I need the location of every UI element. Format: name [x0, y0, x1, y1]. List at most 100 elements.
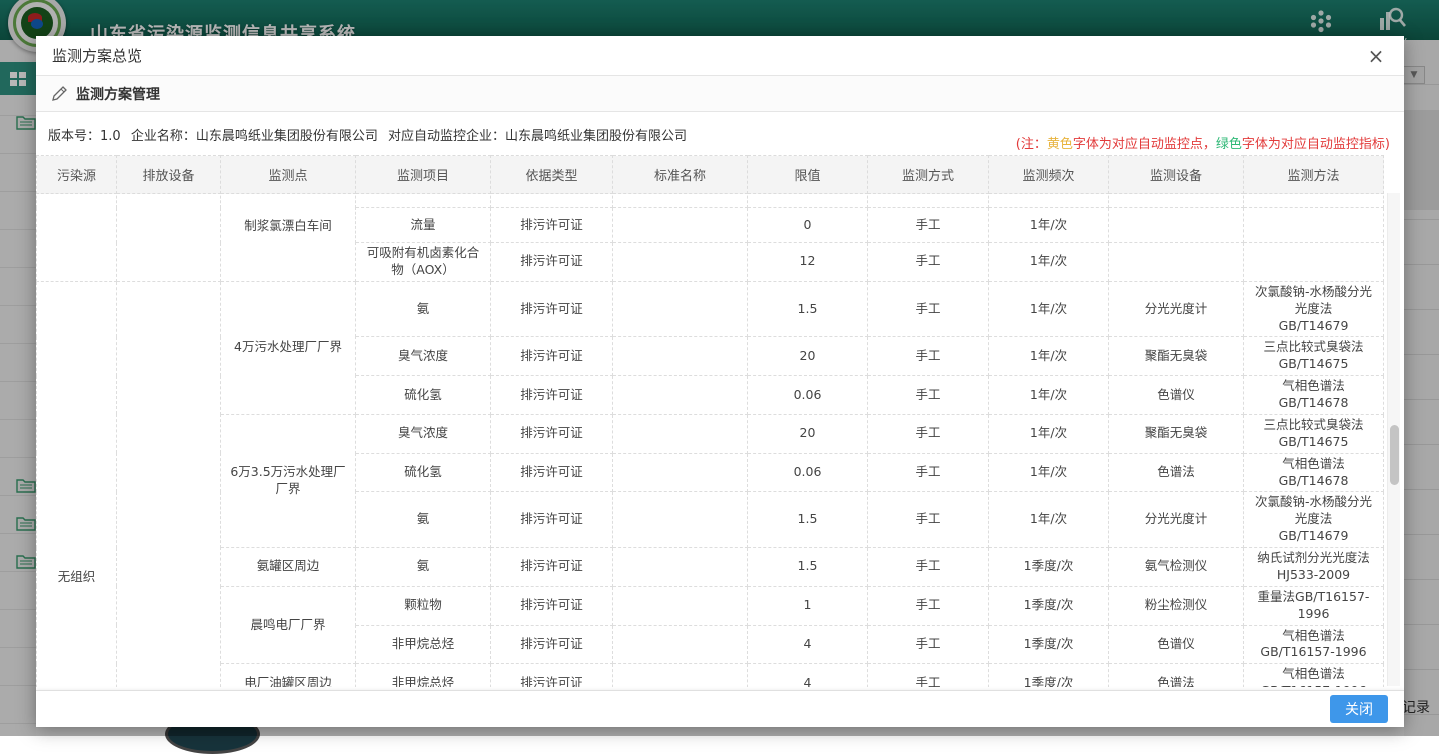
table-cell — [1109, 194, 1244, 208]
color-legend-note: (注：黄色字体为对应自动监控点，绿色字体为对应自动监控指标) — [1016, 133, 1390, 152]
note-yellow-word: 黄色 — [1047, 137, 1073, 152]
table-cell — [613, 337, 748, 376]
table-cell: 1年/次 — [989, 492, 1109, 548]
table-cell: 粉尘检测仪 — [1109, 586, 1244, 625]
table-cell — [1109, 208, 1244, 243]
plan-table: 制浆氯漂白车间流量排污许可证0手工1年/次可吸附有机卤素化合物（AOX）排污许可… — [36, 194, 1384, 687]
table-cell — [117, 281, 221, 687]
table-scroll-viewport[interactable]: 制浆氯漂白车间流量排污许可证0手工1年/次可吸附有机卤素化合物（AOX）排污许可… — [36, 194, 1404, 687]
table-cell: 手工 — [868, 586, 989, 625]
table-cell: 晨鸣电厂厂界 — [221, 586, 356, 664]
table-cell: 氨 — [356, 548, 491, 587]
column-header: 监测项目 — [356, 156, 491, 194]
table-cell: 可吸附有机卤素化合物（AOX） — [356, 243, 491, 282]
table-cell: 氨罐区周边 — [221, 548, 356, 587]
table-cell: 臭气浓度 — [356, 414, 491, 453]
table-cell: 非甲烷总烃 — [356, 664, 491, 687]
table-cell: 分光光度计 — [1109, 492, 1244, 548]
table-cell: 三点比较式臭袋法 GB/T14675 — [1244, 414, 1384, 453]
table-cell: 1年/次 — [989, 453, 1109, 492]
table-cell — [613, 453, 748, 492]
table-cell: 手工 — [868, 625, 989, 664]
column-header: 排放设备 — [117, 156, 221, 194]
column-header: 监测点 — [221, 156, 356, 194]
close-icon[interactable]: × — [1364, 44, 1388, 68]
table-cell: 手工 — [868, 281, 989, 337]
section-header: 监测方案管理 — [36, 76, 1404, 112]
table-cell: 非甲烷总烃 — [356, 625, 491, 664]
table-cell: 气相色谱法 GB/T16157-1996 — [1244, 625, 1384, 664]
table-cell: 0.06 — [748, 376, 868, 415]
column-header: 依据类型 — [491, 156, 613, 194]
table-cell: 排污许可证 — [491, 492, 613, 548]
note-green-word: 绿色 — [1216, 137, 1242, 152]
modal-footer: 关闭 — [36, 690, 1404, 727]
table-cell: 20 — [748, 337, 868, 376]
table-cell: 排污许可证 — [491, 243, 613, 282]
table-cell: 颗粒物 — [356, 586, 491, 625]
table-cell: 臭气浓度 — [356, 337, 491, 376]
table-cell: 硫化氢 — [356, 453, 491, 492]
table-cell — [613, 586, 748, 625]
table-cell: 1年/次 — [989, 243, 1109, 282]
table-cell: 手工 — [868, 243, 989, 282]
table-cell — [613, 376, 748, 415]
table-cell: 排污许可证 — [491, 281, 613, 337]
table-cell: 气相色谱法 GB/T14678 — [1244, 376, 1384, 415]
table-cell: 12 — [748, 243, 868, 282]
table-cell: 手工 — [868, 337, 989, 376]
column-header: 监测方式 — [868, 156, 989, 194]
table-cell: 1 — [748, 586, 868, 625]
table-cell: 氨 — [356, 281, 491, 337]
table-cell — [748, 194, 868, 208]
table-cell: 1.5 — [748, 548, 868, 587]
table-cell: 手工 — [868, 208, 989, 243]
table-cell: 0 — [748, 208, 868, 243]
table-row: 无组织4万污水处理厂厂界氨排污许可证1.5手工1年/次分光光度计次氯酸钠-水杨酸… — [37, 281, 1384, 337]
table-cell: 重量法GB/T16157-1996 — [1244, 586, 1384, 625]
table-cell: 次氯酸钠-水杨酸分光光度法 GB/T14679 — [1244, 281, 1384, 337]
table-cell: 1年/次 — [989, 337, 1109, 376]
table-cell: 制浆氯漂白车间 — [221, 194, 356, 281]
plan-table-header: 污染源排放设备监测点监测项目依据类型标准名称限值监测方式监测频次监测设备监测方法 — [36, 155, 1384, 194]
table-cell: 流量 — [356, 208, 491, 243]
modal-titlebar: 监测方案总览 × — [36, 36, 1404, 76]
table-cell: 1季度/次 — [989, 548, 1109, 587]
scrollbar-thumb[interactable] — [1390, 425, 1399, 485]
table-cell: 排污许可证 — [491, 548, 613, 587]
table-cell — [117, 194, 221, 281]
table-cell: 手工 — [868, 453, 989, 492]
table-cell — [613, 664, 748, 687]
vertical-scrollbar[interactable] — [1387, 193, 1400, 686]
pen-icon — [50, 85, 68, 103]
column-header: 污染源 — [37, 156, 117, 194]
table-cell: 无组织 — [37, 281, 117, 687]
table-cell — [613, 194, 748, 208]
table-row: 氨罐区周边氨排污许可证1.5手工1季度/次氨气检测仪纳氏试剂分光光度法HJ533… — [37, 548, 1384, 587]
table-cell: 氨 — [356, 492, 491, 548]
table-cell — [613, 492, 748, 548]
column-header: 监测频次 — [989, 156, 1109, 194]
table-cell: 手工 — [868, 664, 989, 687]
header-row: 污染源排放设备监测点监测项目依据类型标准名称限值监测方式监测频次监测设备监测方法 — [37, 156, 1384, 194]
monitoring-plan-modal: 监测方案总览 × 监测方案管理 版本号：1.0 企业名称：山东晨鸣纸业集团股份有… — [36, 36, 1404, 727]
table-cell: 聚酯无臭袋 — [1109, 414, 1244, 453]
table-cell — [356, 194, 491, 208]
table-cell — [1244, 243, 1384, 282]
modal-info-bar: 版本号：1.0 企业名称：山东晨鸣纸业集团股份有限公司 对应自动监控企业：山东晨… — [36, 112, 1404, 155]
table-cell: 色谱仪 — [1109, 625, 1244, 664]
table-cell: 20 — [748, 414, 868, 453]
table-cell: 0.06 — [748, 453, 868, 492]
table-cell: 1季度/次 — [989, 586, 1109, 625]
table-row: 6万3.5万污水处理厂厂界臭气浓度排污许可证20手工1年/次聚酯无臭袋三点比较式… — [37, 414, 1384, 453]
table-cell: 色谱法 — [1109, 453, 1244, 492]
table-cell — [613, 414, 748, 453]
table-cell — [613, 208, 748, 243]
plan-info: 版本号：1.0 企业名称：山东晨鸣纸业集团股份有限公司 对应自动监控企业：山东晨… — [48, 125, 693, 144]
close-button[interactable]: 关闭 — [1330, 695, 1388, 723]
table-cell — [613, 243, 748, 282]
table-cell: 1年/次 — [989, 281, 1109, 337]
table-cell: 6万3.5万污水处理厂厂界 — [221, 414, 356, 547]
table-cell: 1季度/次 — [989, 625, 1109, 664]
table-cell: 气相色谱法 GB/T16157-1996 — [1244, 664, 1384, 687]
